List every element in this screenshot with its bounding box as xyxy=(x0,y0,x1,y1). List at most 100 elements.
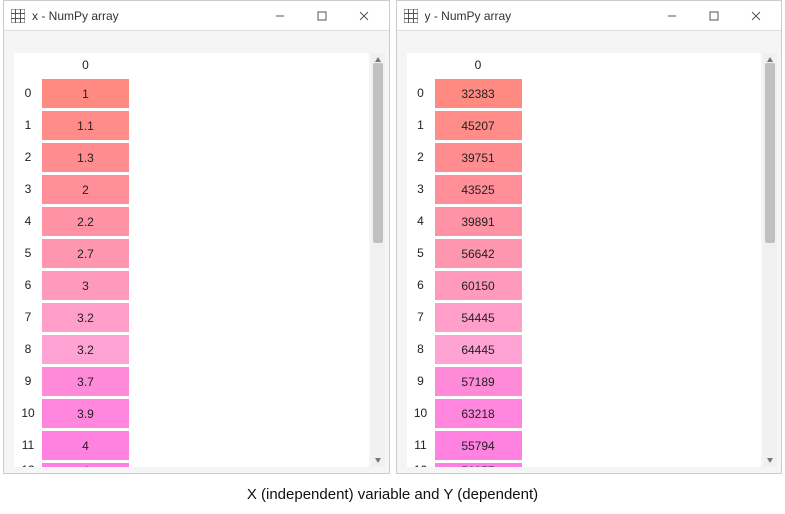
cell[interactable]: 32383 xyxy=(435,77,522,109)
scroll-down-icon[interactable] xyxy=(371,453,385,467)
row-index[interactable]: 0 xyxy=(14,77,42,109)
row-index[interactable]: 6 xyxy=(14,269,42,301)
column-header[interactable]: 0 xyxy=(435,53,522,77)
window-y: y - NumPy array 0 032383 145207 239751 3… xyxy=(396,0,783,474)
table-row: 145207 xyxy=(407,109,762,141)
scrollbar-thumb[interactable] xyxy=(765,63,775,243)
cell[interactable]: 45207 xyxy=(435,109,522,141)
window-controls xyxy=(259,2,385,30)
row-index[interactable]: 3 xyxy=(14,173,42,205)
table-row: 032383 xyxy=(407,77,762,109)
table-row: 343525 xyxy=(407,173,762,205)
table-row: 556642 xyxy=(407,237,762,269)
scroll-down-icon[interactable] xyxy=(763,453,777,467)
grid-icon xyxy=(10,8,26,24)
cell[interactable]: 3.2 xyxy=(42,333,129,365)
table-row: 439891 xyxy=(407,205,762,237)
row-index[interactable]: 5 xyxy=(14,237,42,269)
table-row: 1155794 xyxy=(407,429,762,461)
grid-icon xyxy=(403,8,419,24)
row-index[interactable]: 8 xyxy=(14,333,42,365)
table-y: 0 032383 145207 239751 343525 439891 556… xyxy=(407,53,762,467)
row-index[interactable]: 3 xyxy=(407,173,435,205)
array-view-y: 0 032383 145207 239751 343525 439891 556… xyxy=(397,31,782,473)
cell[interactable]: 54445 xyxy=(435,301,522,333)
table-row: 1256957 xyxy=(407,461,762,467)
table-row: 114 xyxy=(14,429,369,461)
cell[interactable]: 2.7 xyxy=(42,237,129,269)
maximize-button[interactable] xyxy=(301,2,343,30)
vertical-scrollbar[interactable] xyxy=(763,53,777,467)
row-index[interactable]: 2 xyxy=(407,141,435,173)
row-index[interactable]: 11 xyxy=(407,429,435,461)
minimize-button[interactable] xyxy=(259,2,301,30)
row-index[interactable]: 4 xyxy=(407,205,435,237)
cell[interactable]: 57189 xyxy=(435,365,522,397)
cell[interactable]: 43525 xyxy=(435,173,522,205)
rows-container: 01 11.1 21.3 32 42.2 52.7 63 73.2 83.2 9… xyxy=(14,77,369,467)
titlebar-x: x - NumPy array xyxy=(4,1,389,31)
row-index[interactable]: 6 xyxy=(407,269,435,301)
row-index[interactable]: 9 xyxy=(14,365,42,397)
row-index[interactable]: 10 xyxy=(407,397,435,429)
row-index[interactable]: 11 xyxy=(14,429,42,461)
cell[interactable]: 2 xyxy=(42,173,129,205)
cell[interactable]: 1.1 xyxy=(42,109,129,141)
cell[interactable]: 56642 xyxy=(435,237,522,269)
cell[interactable]: 60150 xyxy=(435,269,522,301)
row-index[interactable]: 10 xyxy=(14,397,42,429)
rows-container: 032383 145207 239751 343525 439891 55664… xyxy=(407,77,762,467)
cell[interactable]: 1 xyxy=(42,77,129,109)
cell[interactable]: 39751 xyxy=(435,141,522,173)
cell[interactable]: 64445 xyxy=(435,333,522,365)
row-index[interactable]: 4 xyxy=(14,205,42,237)
cell[interactable]: 4 xyxy=(42,461,129,467)
table-row: 93.7 xyxy=(14,365,369,397)
table-row: 73.2 xyxy=(14,301,369,333)
row-index[interactable]: 1 xyxy=(407,109,435,141)
table-row: 660150 xyxy=(407,269,762,301)
maximize-button[interactable] xyxy=(693,2,735,30)
cell[interactable]: 3.9 xyxy=(42,397,129,429)
cell[interactable]: 1.3 xyxy=(42,141,129,173)
row-index[interactable]: 2 xyxy=(14,141,42,173)
row-index[interactable]: 1 xyxy=(14,109,42,141)
window-controls xyxy=(651,2,777,30)
table-row: 63 xyxy=(14,269,369,301)
cell[interactable]: 63218 xyxy=(435,397,522,429)
cell[interactable]: 4 xyxy=(42,429,129,461)
table-row: 754445 xyxy=(407,301,762,333)
table-row: 103.9 xyxy=(14,397,369,429)
row-index[interactable]: 12 xyxy=(407,461,435,467)
cell[interactable]: 55794 xyxy=(435,429,522,461)
cell[interactable]: 3 xyxy=(42,269,129,301)
row-index[interactable]: 8 xyxy=(407,333,435,365)
table-row: 83.2 xyxy=(14,333,369,365)
scrollbar-thumb[interactable] xyxy=(373,63,383,243)
cell[interactable]: 56957 xyxy=(435,461,522,467)
cell[interactable]: 3.2 xyxy=(42,301,129,333)
window-title: y - NumPy array xyxy=(425,9,652,23)
table-row: 239751 xyxy=(407,141,762,173)
table-row: 32 xyxy=(14,173,369,205)
close-button[interactable] xyxy=(343,2,385,30)
table-row: 1063218 xyxy=(407,397,762,429)
table-x: 0 01 11.1 21.3 32 42.2 52.7 63 73.2 83.2… xyxy=(14,53,369,467)
table-row: 864445 xyxy=(407,333,762,365)
close-button[interactable] xyxy=(735,2,777,30)
minimize-button[interactable] xyxy=(651,2,693,30)
row-index[interactable]: 0 xyxy=(407,77,435,109)
row-index[interactable]: 9 xyxy=(407,365,435,397)
cell[interactable]: 2.2 xyxy=(42,205,129,237)
array-view-x: 0 01 11.1 21.3 32 42.2 52.7 63 73.2 83.2… xyxy=(4,31,389,473)
caption-text: X (independent) variable and Y (dependen… xyxy=(0,474,785,514)
cell[interactable]: 3.7 xyxy=(42,365,129,397)
row-index[interactable]: 12 xyxy=(14,461,42,467)
column-header[interactable]: 0 xyxy=(42,53,129,77)
row-index[interactable]: 7 xyxy=(407,301,435,333)
cell[interactable]: 39891 xyxy=(435,205,522,237)
vertical-scrollbar[interactable] xyxy=(371,53,385,467)
row-index[interactable]: 5 xyxy=(407,237,435,269)
table-row: 21.3 xyxy=(14,141,369,173)
row-index[interactable]: 7 xyxy=(14,301,42,333)
